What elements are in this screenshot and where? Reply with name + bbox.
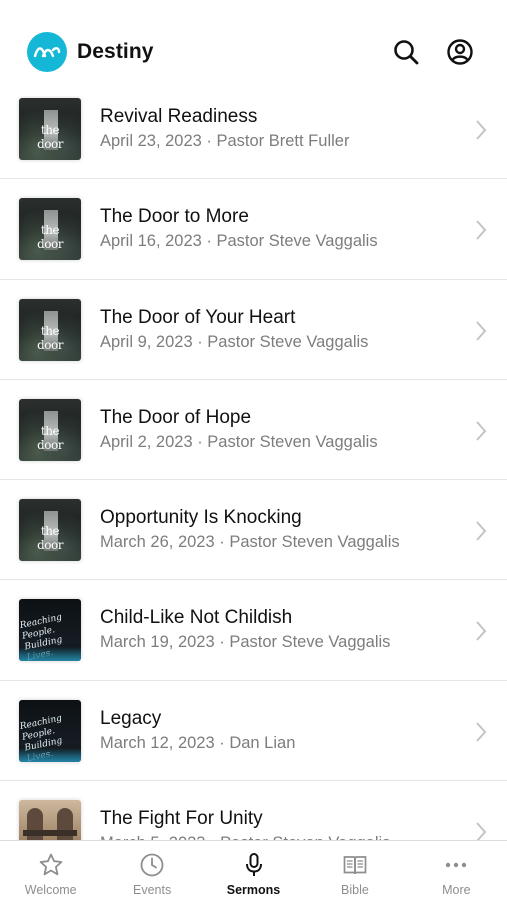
sermon-subtitle: April 23, 2023 · Pastor Brett Fuller [100, 132, 350, 150]
tab-label: More [442, 883, 471, 897]
account-icon[interactable] [446, 38, 474, 66]
app-header: Destiny [0, 0, 507, 96]
tab-welcome[interactable]: Welcome [0, 841, 101, 900]
app-title: Destiny [77, 40, 154, 63]
sermon-subtitle: March 12, 2023 · Dan Lian [100, 733, 296, 752]
sermon-row[interactable]: Reaching People. Building Lives. Child-L… [0, 580, 507, 681]
sermon-title: Legacy [100, 707, 162, 729]
sermon-thumbnail: the door [19, 398, 81, 461]
search-icon[interactable] [392, 38, 420, 66]
sermon-thumbnail: the door [19, 98, 81, 160]
more-dots-icon [442, 851, 470, 879]
clock-icon [138, 851, 166, 879]
tab-more[interactable]: More [406, 841, 507, 900]
sermon-title: Revival Readiness [100, 106, 258, 127]
sermon-list: the door Revival Readiness April 23, 202… [0, 79, 507, 882]
sermon-row[interactable]: the door The Door to More April 16, 2023… [0, 179, 507, 280]
tab-sermons[interactable]: Sermons [203, 841, 304, 900]
sermon-row[interactable]: the door Opportunity Is Knocking March 2… [0, 480, 507, 581]
sermon-title: The Door to More [100, 206, 249, 228]
tab-label: Events [133, 883, 172, 897]
sermon-row[interactable]: the door The Door of Hope April 2, 2023 … [0, 379, 507, 481]
sermon-thumbnail: the door [19, 298, 81, 361]
tab-bible[interactable]: Bible [304, 841, 405, 900]
sermon-row[interactable]: Reaching People. Building Lives. Legacy … [0, 680, 507, 782]
tab-label: Welcome [24, 883, 77, 897]
sermon-row[interactable]: the door The Door of Your Heart April 9,… [0, 279, 507, 380]
chevron-right-icon [474, 119, 488, 141]
sermon-title: Opportunity Is Knocking [100, 507, 302, 529]
bottom-tab-bar: Welcome Events Sermons Bible More [0, 840, 507, 900]
sermon-title: The Door of Your Heart [100, 306, 296, 328]
tab-events[interactable]: Events [101, 841, 202, 900]
chevron-right-icon [474, 721, 488, 743]
sermon-subtitle: April 9, 2023 · Pastor Steve Vaggalis [100, 332, 369, 351]
sermon-subtitle: March 19, 2023 · Pastor Steve Vaggalis [100, 633, 391, 652]
app-screen: Destiny the door Revival Readiness April… [0, 0, 507, 900]
sermon-thumbnail: the door [19, 198, 81, 261]
sermon-subtitle: April 2, 2023 · Pastor Steven Vaggalis [100, 432, 378, 451]
sermon-subtitle: March 26, 2023 · Pastor Steven Vaggalis [100, 533, 400, 552]
tab-label: Sermons [226, 883, 281, 897]
chevron-right-icon [474, 420, 488, 442]
sermon-title: The Fight For Unity [100, 808, 263, 830]
chevron-right-icon [474, 320, 488, 342]
sermon-title: The Door of Hope [100, 406, 252, 428]
destiny-logo-icon[interactable] [27, 32, 67, 72]
chevron-right-icon [474, 520, 488, 542]
star-icon [37, 851, 65, 879]
sermon-thumbnail: Reaching People. Building Lives. [19, 699, 81, 762]
sermon-thumbnail: the door [19, 499, 81, 562]
chevron-right-icon [474, 219, 488, 241]
tab-label: Bible [341, 883, 369, 897]
sermon-subtitle: April 16, 2023 · Pastor Steve Vaggalis [100, 232, 378, 251]
sermon-thumbnail: Reaching People. Building Lives. [19, 599, 81, 662]
bible-icon [341, 851, 369, 879]
sermon-title: Child-Like Not Childish [100, 607, 293, 629]
chevron-right-icon [474, 620, 488, 642]
microphone-icon [240, 851, 268, 879]
